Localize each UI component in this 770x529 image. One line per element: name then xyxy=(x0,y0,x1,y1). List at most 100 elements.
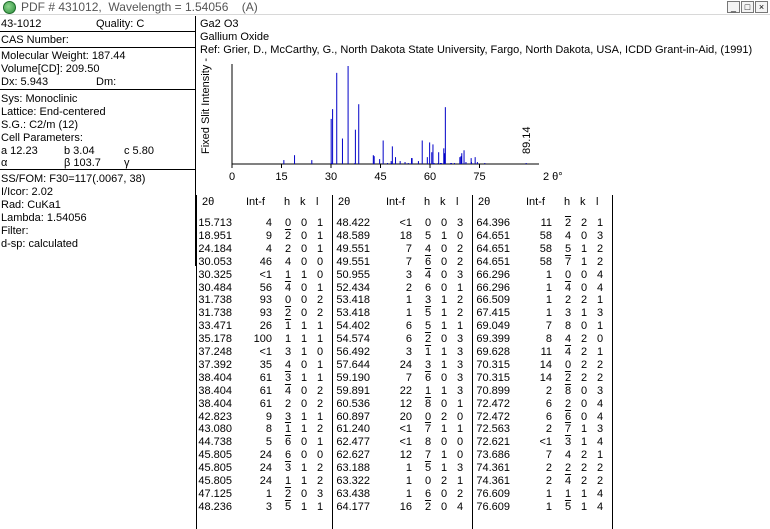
h-index-cell: 0 xyxy=(564,268,572,281)
h-index-cell: 1 xyxy=(284,423,292,436)
two-theta-cell: 69.049 xyxy=(476,320,510,333)
column-header: k xyxy=(580,196,586,208)
two-theta-cell: 69.399 xyxy=(476,333,510,346)
l-index-cell: 1 xyxy=(316,229,324,242)
intensity-cell: 14 xyxy=(539,358,552,371)
cell-a: a 12.23 xyxy=(1,145,38,157)
k-index-cell: 2 xyxy=(580,358,588,371)
k-index-cell: 0 xyxy=(440,487,448,500)
column-header: Int-f xyxy=(526,196,545,208)
two-theta-cell: 63.438 xyxy=(336,487,370,500)
close-button[interactable]: × xyxy=(755,1,768,13)
l-index-cell: 1 xyxy=(596,449,604,462)
l-index-cell: 2 xyxy=(316,294,324,307)
two-theta-cell: 45.805 xyxy=(198,475,232,487)
h-index-cell: 5 xyxy=(424,462,432,475)
maximize-button[interactable]: □ xyxy=(741,1,754,13)
two-theta-cell: 44.738 xyxy=(198,436,232,449)
two-theta-cell: 57.644 xyxy=(336,358,370,371)
two-theta-cell: 38.404 xyxy=(198,384,232,397)
cell-b: b 3.04 xyxy=(64,145,95,157)
x-axis-ticks: 0 15 30 45 60 75 xyxy=(229,164,486,183)
h-index-cell: 0 xyxy=(284,294,292,307)
l-index-cell: 0 xyxy=(456,229,464,242)
intensity-cell: 2 xyxy=(545,423,552,436)
l-index-cell: 1 xyxy=(596,346,604,358)
title-bar: PDF # 431012, Wavelength = 1.54056 (A) _… xyxy=(0,0,770,15)
two-theta-cell: 50.955 xyxy=(336,268,370,281)
h-index-cell: 4 xyxy=(284,358,292,371)
h-index-cell: 3 xyxy=(424,358,432,371)
k-index-cell: 1 xyxy=(440,229,448,242)
h-index-cell: 3 xyxy=(284,462,292,475)
minimize-button[interactable]: _ xyxy=(727,1,740,13)
k-index-cell: 0 xyxy=(440,500,448,513)
l-index-cell: 1 xyxy=(456,423,464,436)
l-index-cell: 2 xyxy=(456,487,464,500)
two-theta-cell: 56.492 xyxy=(336,346,370,358)
l-index-cell: 4 xyxy=(596,410,604,423)
x-axis-label: 2 θ° xyxy=(543,171,563,183)
h-index-cell: 3 xyxy=(284,346,292,358)
two-theta-cell: 60.897 xyxy=(336,410,370,423)
intensity-cell: 100 xyxy=(253,333,272,346)
h-index-cell: 7 xyxy=(564,255,572,268)
intensity-cell: 93 xyxy=(259,307,272,320)
column-header: k xyxy=(300,196,306,208)
k-index-cell: 2 xyxy=(580,217,588,229)
intensity-cell: 9 xyxy=(265,410,272,423)
k-index-cell: 0 xyxy=(300,242,308,255)
intensity-cell: 6 xyxy=(545,397,552,410)
two-theta-cell: 66.509 xyxy=(476,294,510,307)
intensity-cell: <1 xyxy=(399,436,412,449)
crystal-system: Sys: Monoclinic xyxy=(1,93,78,105)
l-index-cell: 1 xyxy=(316,436,324,449)
h-index-cell: 4 xyxy=(564,281,572,294)
column-header: Int-f xyxy=(246,196,265,208)
l-index-cell: 0 xyxy=(456,410,464,423)
two-theta-cell: 48.236 xyxy=(198,500,232,513)
h-index-cell: 2 xyxy=(564,371,572,384)
h-index-cell: 3 xyxy=(284,410,292,423)
k-index-cell: 0 xyxy=(440,242,448,255)
x-tick-label: 45 xyxy=(374,171,386,183)
k-index-cell: 0 xyxy=(300,436,308,449)
h-index-cell: 4 xyxy=(284,281,292,294)
two-theta-cell: 72.472 xyxy=(476,410,510,423)
k-index-cell: 2 xyxy=(440,410,448,423)
h-index-cell: 4 xyxy=(284,255,292,268)
intensity-cell: 24 xyxy=(259,449,272,462)
x-tick-label: 60 xyxy=(424,171,436,183)
two-theta-cell: 61.240 xyxy=(336,423,370,436)
two-theta-cell: 67.415 xyxy=(476,307,510,320)
h-index-cell: 2 xyxy=(284,229,292,242)
intensity-cell: 9 xyxy=(265,229,272,242)
l-index-cell: 1 xyxy=(596,320,604,333)
intensity-cell: 1 xyxy=(545,268,552,281)
k-index-cell: 0 xyxy=(580,384,588,397)
two-theta-cell: 37.392 xyxy=(198,358,232,371)
l-index-cell: 1 xyxy=(316,320,324,333)
l-index-cell: 1 xyxy=(316,333,324,346)
cell-beta: β 103.7 xyxy=(64,157,101,169)
two-theta-cell: 66.296 xyxy=(476,268,510,281)
column-header: h xyxy=(284,196,291,208)
h-index-cell: 4 xyxy=(424,242,432,255)
intensity-cell: 93 xyxy=(259,294,272,307)
k-index-cell: 2 xyxy=(440,475,448,487)
intensity-cell: 22 xyxy=(399,384,412,397)
cell-parameters-label: Cell Parameters: xyxy=(1,132,83,144)
two-theta-cell: 38.404 xyxy=(198,371,232,384)
l-index-cell: 2 xyxy=(596,462,604,475)
l-index-cell: 0 xyxy=(596,333,604,346)
k-index-cell: 1 xyxy=(300,320,308,333)
l-index-cell: 2 xyxy=(596,475,604,487)
k-index-cell: 0 xyxy=(300,397,308,410)
intensity-cell: 5 xyxy=(265,436,272,449)
intensity-cell: 7 xyxy=(545,449,552,462)
column-header: k xyxy=(440,196,446,208)
intensity-cell: 3 xyxy=(405,268,412,281)
x-tick-label: 75 xyxy=(473,171,485,183)
h-index-cell: 4 xyxy=(424,268,432,281)
k-index-cell: 1 xyxy=(580,255,588,268)
